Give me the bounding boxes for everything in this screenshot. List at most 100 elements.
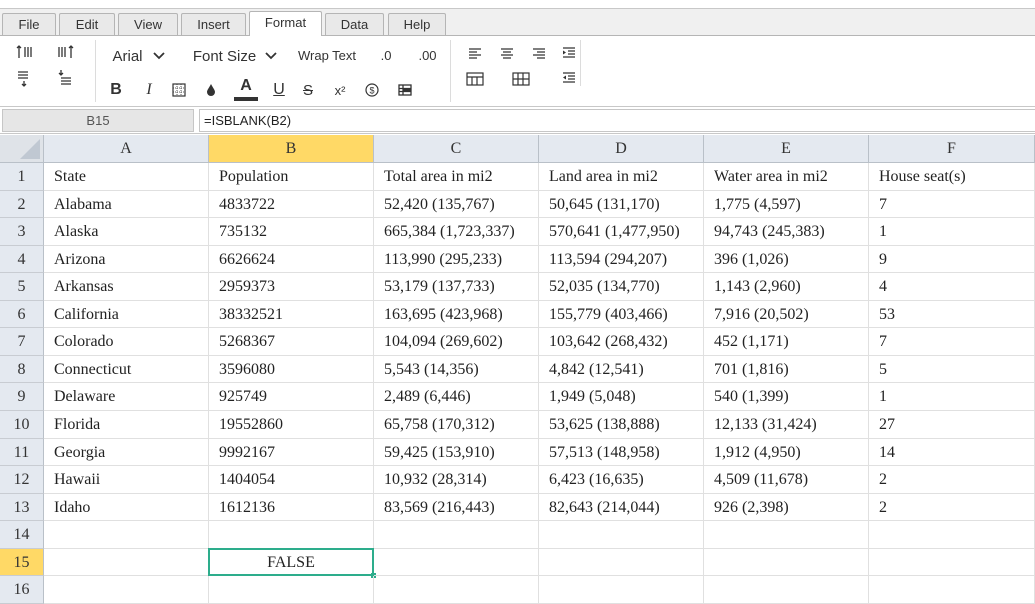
cell-f9[interactable]: 1	[869, 383, 1035, 411]
insert-column-right-icon[interactable]	[55, 42, 77, 62]
cell-e5[interactable]: 1,143 (2,960)	[704, 273, 869, 301]
cell-d14[interactable]	[539, 521, 704, 549]
cell-b4[interactable]: 6626624	[209, 246, 374, 273]
decrease-decimal-button[interactable]: .0	[376, 45, 396, 65]
column-header-e[interactable]: E	[704, 135, 869, 163]
cell-b16[interactable]	[209, 576, 374, 604]
row-header-5[interactable]: 5	[0, 273, 44, 301]
align-center-icon[interactable]	[498, 44, 516, 62]
row-header-2[interactable]: 2	[0, 191, 44, 218]
cell-f8[interactable]: 5	[869, 356, 1035, 383]
row-header-13[interactable]: 13	[0, 494, 44, 521]
cell-b6[interactable]: 38332521	[209, 301, 374, 328]
cell-f3[interactable]: 1	[869, 218, 1035, 246]
cell-c9[interactable]: 2,489 (6,446)	[374, 383, 539, 411]
cell-c3[interactable]: 665,384 (1,723,337)	[374, 218, 539, 246]
cell-a4[interactable]: Arizona	[44, 246, 209, 273]
cell-b7[interactable]: 5268367	[209, 328, 374, 356]
row-header-4[interactable]: 4	[0, 246, 44, 273]
row-header-16[interactable]: 16	[0, 576, 44, 604]
cell-a13[interactable]: Idaho	[44, 494, 209, 521]
cell-b12[interactable]: 1404054	[209, 466, 374, 494]
cell-d12[interactable]: 6,423 (16,635)	[539, 466, 704, 494]
insert-row-above-icon[interactable]	[14, 68, 36, 88]
cell-a15[interactable]	[44, 549, 209, 576]
cell-a2[interactable]: Alabama	[44, 191, 209, 218]
row-header-7[interactable]: 7	[0, 328, 44, 356]
row-header-12[interactable]: 12	[0, 466, 44, 494]
selected-cell-b15[interactable]: FALSE	[209, 549, 374, 576]
strikethrough-button[interactable]: S	[299, 80, 317, 100]
cell-d10[interactable]: 53,625 (138,888)	[539, 411, 704, 439]
cell-c16[interactable]	[374, 576, 539, 604]
indent-icon[interactable]	[560, 44, 578, 62]
cell-e10[interactable]: 12,133 (31,424)	[704, 411, 869, 439]
currency-icon[interactable]: $	[362, 80, 382, 100]
cell-f14[interactable]	[869, 521, 1035, 549]
font-size-select[interactable]: Font Size	[188, 45, 283, 67]
row-header-3[interactable]: 3	[0, 218, 44, 246]
wrap-text-button[interactable]: Wrap Text	[296, 45, 358, 65]
column-header-f[interactable]: F	[869, 135, 1035, 163]
cell-a12[interactable]: Hawaii	[44, 466, 209, 494]
cell-c13[interactable]: 83,569 (216,443)	[374, 494, 539, 521]
cell-d8[interactable]: 4,842 (12,541)	[539, 356, 704, 383]
cell-c14[interactable]	[374, 521, 539, 549]
fill-color-icon[interactable]	[202, 80, 220, 100]
cell-a9[interactable]: Delaware	[44, 383, 209, 411]
cell-b10[interactable]: 19552860	[209, 411, 374, 439]
cell-a7[interactable]: Colorado	[44, 328, 209, 356]
cell-e14[interactable]	[704, 521, 869, 549]
cell-c4[interactable]: 113,990 (295,233)	[374, 246, 539, 273]
tab-edit[interactable]: Edit	[59, 13, 115, 36]
cell-a3[interactable]: Alaska	[44, 218, 209, 246]
cell-a1[interactable]: State	[44, 163, 209, 191]
row-header-1[interactable]: 1	[0, 163, 44, 191]
cell-b8[interactable]: 3596080	[209, 356, 374, 383]
cell-a6[interactable]: California	[44, 301, 209, 328]
bold-button[interactable]: B	[107, 80, 125, 100]
cell-b9[interactable]: 925749	[209, 383, 374, 411]
cell-b11[interactable]: 9992167	[209, 439, 374, 466]
cell-d16[interactable]	[539, 576, 704, 604]
cell-c2[interactable]: 52,420 (135,767)	[374, 191, 539, 218]
cell-d4[interactable]: 113,594 (294,207)	[539, 246, 704, 273]
select-all-corner[interactable]	[0, 135, 44, 163]
row-header-6[interactable]: 6	[0, 301, 44, 328]
cell-d2[interactable]: 50,645 (131,170)	[539, 191, 704, 218]
cell-f7[interactable]: 7	[869, 328, 1035, 356]
cell-f15[interactable]	[869, 549, 1035, 576]
cell-a5[interactable]: Arkansas	[44, 273, 209, 301]
name-box[interactable]: B15	[2, 109, 194, 132]
cell-e4[interactable]: 396 (1,026)	[704, 246, 869, 273]
cell-d3[interactable]: 570,641 (1,477,950)	[539, 218, 704, 246]
column-header-b[interactable]: B	[209, 135, 374, 163]
cell-d15[interactable]	[539, 549, 704, 576]
font-family-select[interactable]: Arial	[110, 45, 168, 67]
superscript-button[interactable]: x²	[330, 80, 350, 100]
cell-c7[interactable]: 104,094 (269,602)	[374, 328, 539, 356]
tab-view[interactable]: View	[118, 13, 178, 36]
cell-e8[interactable]: 701 (1,816)	[704, 356, 869, 383]
insert-column-left-icon[interactable]	[14, 42, 36, 62]
cell-d1[interactable]: Land area in mi2	[539, 163, 704, 191]
cell-d7[interactable]: 103,642 (268,432)	[539, 328, 704, 356]
cell-a16[interactable]	[44, 576, 209, 604]
cell-e12[interactable]: 4,509 (11,678)	[704, 466, 869, 494]
cell-c11[interactable]: 59,425 (153,910)	[374, 439, 539, 466]
align-left-icon[interactable]	[466, 44, 484, 62]
tab-data[interactable]: Data	[325, 13, 384, 36]
cell-b5[interactable]: 2959373	[209, 273, 374, 301]
row-header-11[interactable]: 11	[0, 439, 44, 466]
formula-input[interactable]: =ISBLANK(B2)	[199, 109, 1035, 132]
merge-cells-icon[interactable]	[465, 69, 485, 89]
cell-e1[interactable]: Water area in mi2	[704, 163, 869, 191]
cell-c5[interactable]: 53,179 (137,733)	[374, 273, 539, 301]
cell-c10[interactable]: 65,758 (170,312)	[374, 411, 539, 439]
cell-e3[interactable]: 94,743 (245,383)	[704, 218, 869, 246]
tab-format[interactable]: Format	[249, 11, 322, 36]
row-header-15[interactable]: 15	[0, 549, 44, 576]
cell-f1[interactable]: House seat(s)	[869, 163, 1035, 191]
cell-f5[interactable]: 4	[869, 273, 1035, 301]
font-color-button[interactable]: A	[233, 76, 259, 102]
